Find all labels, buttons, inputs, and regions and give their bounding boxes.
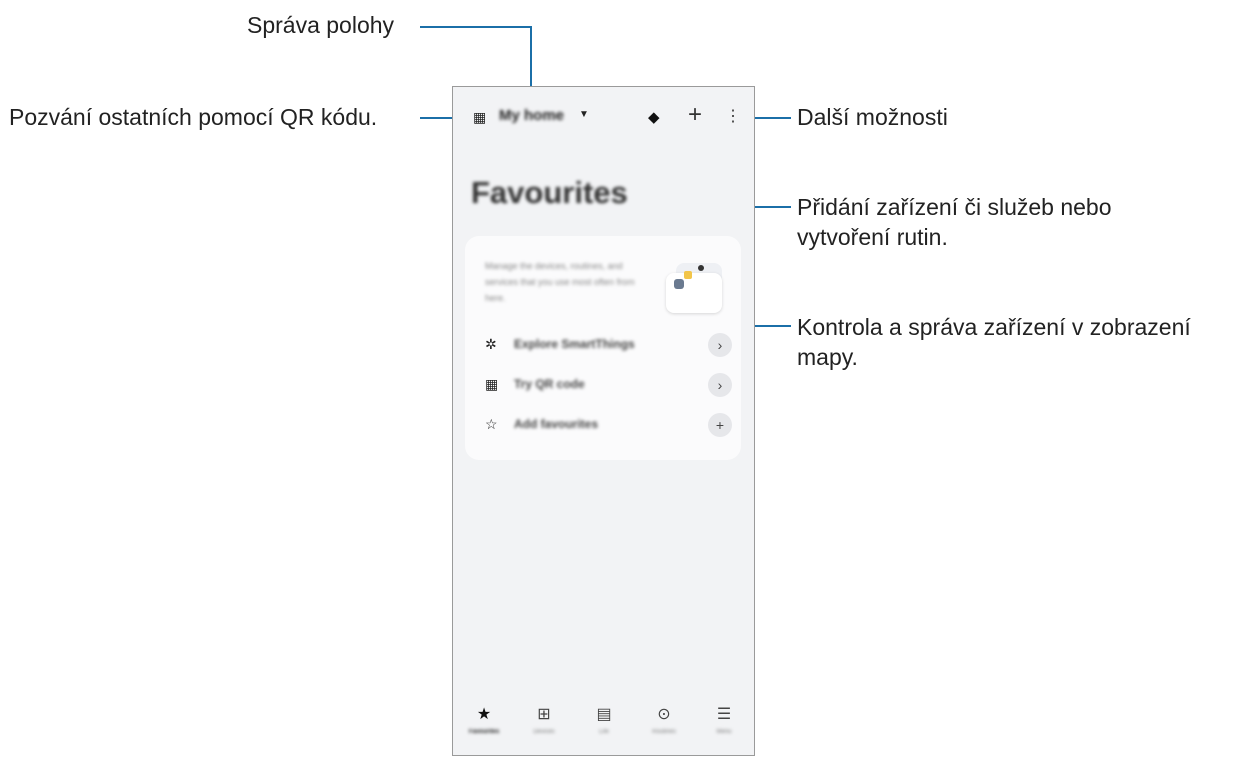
list-item-explore[interactable]: ✲ Explore SmartThings › (485, 333, 735, 357)
menu-icon: ☰ (716, 706, 732, 723)
tab-menu[interactable]: ☰ Menu (695, 705, 753, 735)
location-name[interactable]: My home (499, 107, 564, 124)
list-item-label: Add favourites (514, 417, 599, 431)
callout-map: Kontrola a správa zařízení v zobrazení m… (797, 312, 1191, 372)
more-options-icon[interactable]: ⋮ (725, 106, 741, 126)
list-item-label: Try QR code (514, 377, 585, 391)
favourites-card: Manage the devices, routines, and servic… (465, 236, 741, 460)
callout-map-line1: Kontrola a správa zařízení v zobrazení (797, 314, 1191, 340)
tab-label: Devices (533, 729, 555, 735)
tab-label: Life (599, 729, 609, 735)
callout-map-line2: mapy. (797, 344, 858, 370)
star-icon: ★ (476, 706, 492, 723)
chevron-right-icon[interactable]: › (708, 373, 732, 397)
leader-location-h (420, 26, 532, 28)
tab-label: Menu (716, 729, 732, 735)
life-icon: ▤ (596, 706, 612, 723)
top-bar: ▦ My home ▼ ◆ + ⋮ (453, 87, 754, 147)
add-icon[interactable]: + (688, 101, 702, 129)
callout-add-line1: Přidání zařízení či služeb nebo (797, 194, 1112, 220)
card-description: Manage the devices, routines, and servic… (485, 261, 635, 303)
tab-life[interactable]: ▤ Life (575, 705, 633, 735)
smartthings-icon: ✲ (485, 336, 497, 352)
list-item-label: Explore SmartThings (514, 337, 635, 351)
map-view-icon[interactable]: ◆ (648, 108, 660, 126)
callout-invite: Pozvání ostatních pomocí QR kódu. (9, 104, 378, 130)
list-item-qr[interactable]: ▦ Try QR code › (485, 373, 735, 397)
star-outline-icon: ☆ (485, 416, 498, 432)
callout-add-line2: vytvoření rutin. (797, 224, 948, 250)
tab-devices[interactable]: ⊞ Devices (515, 705, 573, 735)
tab-label: Routines (652, 729, 676, 735)
callout-add: Přidání zařízení či služeb nebo vytvořen… (797, 192, 1112, 252)
devices-illustration (666, 261, 728, 313)
callout-more-options: Další možnosti (797, 104, 948, 130)
phone-screen: ▦ My home ▼ ◆ + ⋮ Favourites Manage the … (452, 86, 755, 756)
routines-icon: ⊙ (657, 706, 671, 723)
tab-label: Favourites (468, 729, 500, 735)
chevron-down-icon[interactable]: ▼ (579, 109, 589, 120)
chevron-right-icon[interactable]: › (708, 333, 732, 357)
qr-icon[interactable]: ▦ (473, 109, 486, 126)
list-item-add-favourites[interactable]: ☆ Add favourites + (485, 413, 735, 437)
page-title: Favourites (471, 175, 628, 210)
bottom-nav: ★ Favourites ⊞ Devices ▤ Life ⊙ Routines… (453, 705, 754, 757)
devices-icon: ⊞ (537, 706, 551, 723)
qr-icon: ▦ (485, 376, 499, 392)
callout-location: Správa polohy (247, 12, 395, 38)
plus-icon[interactable]: + (708, 413, 732, 437)
tab-routines[interactable]: ⊙ Routines (635, 705, 693, 735)
tab-favourites[interactable]: ★ Favourites (455, 705, 513, 735)
